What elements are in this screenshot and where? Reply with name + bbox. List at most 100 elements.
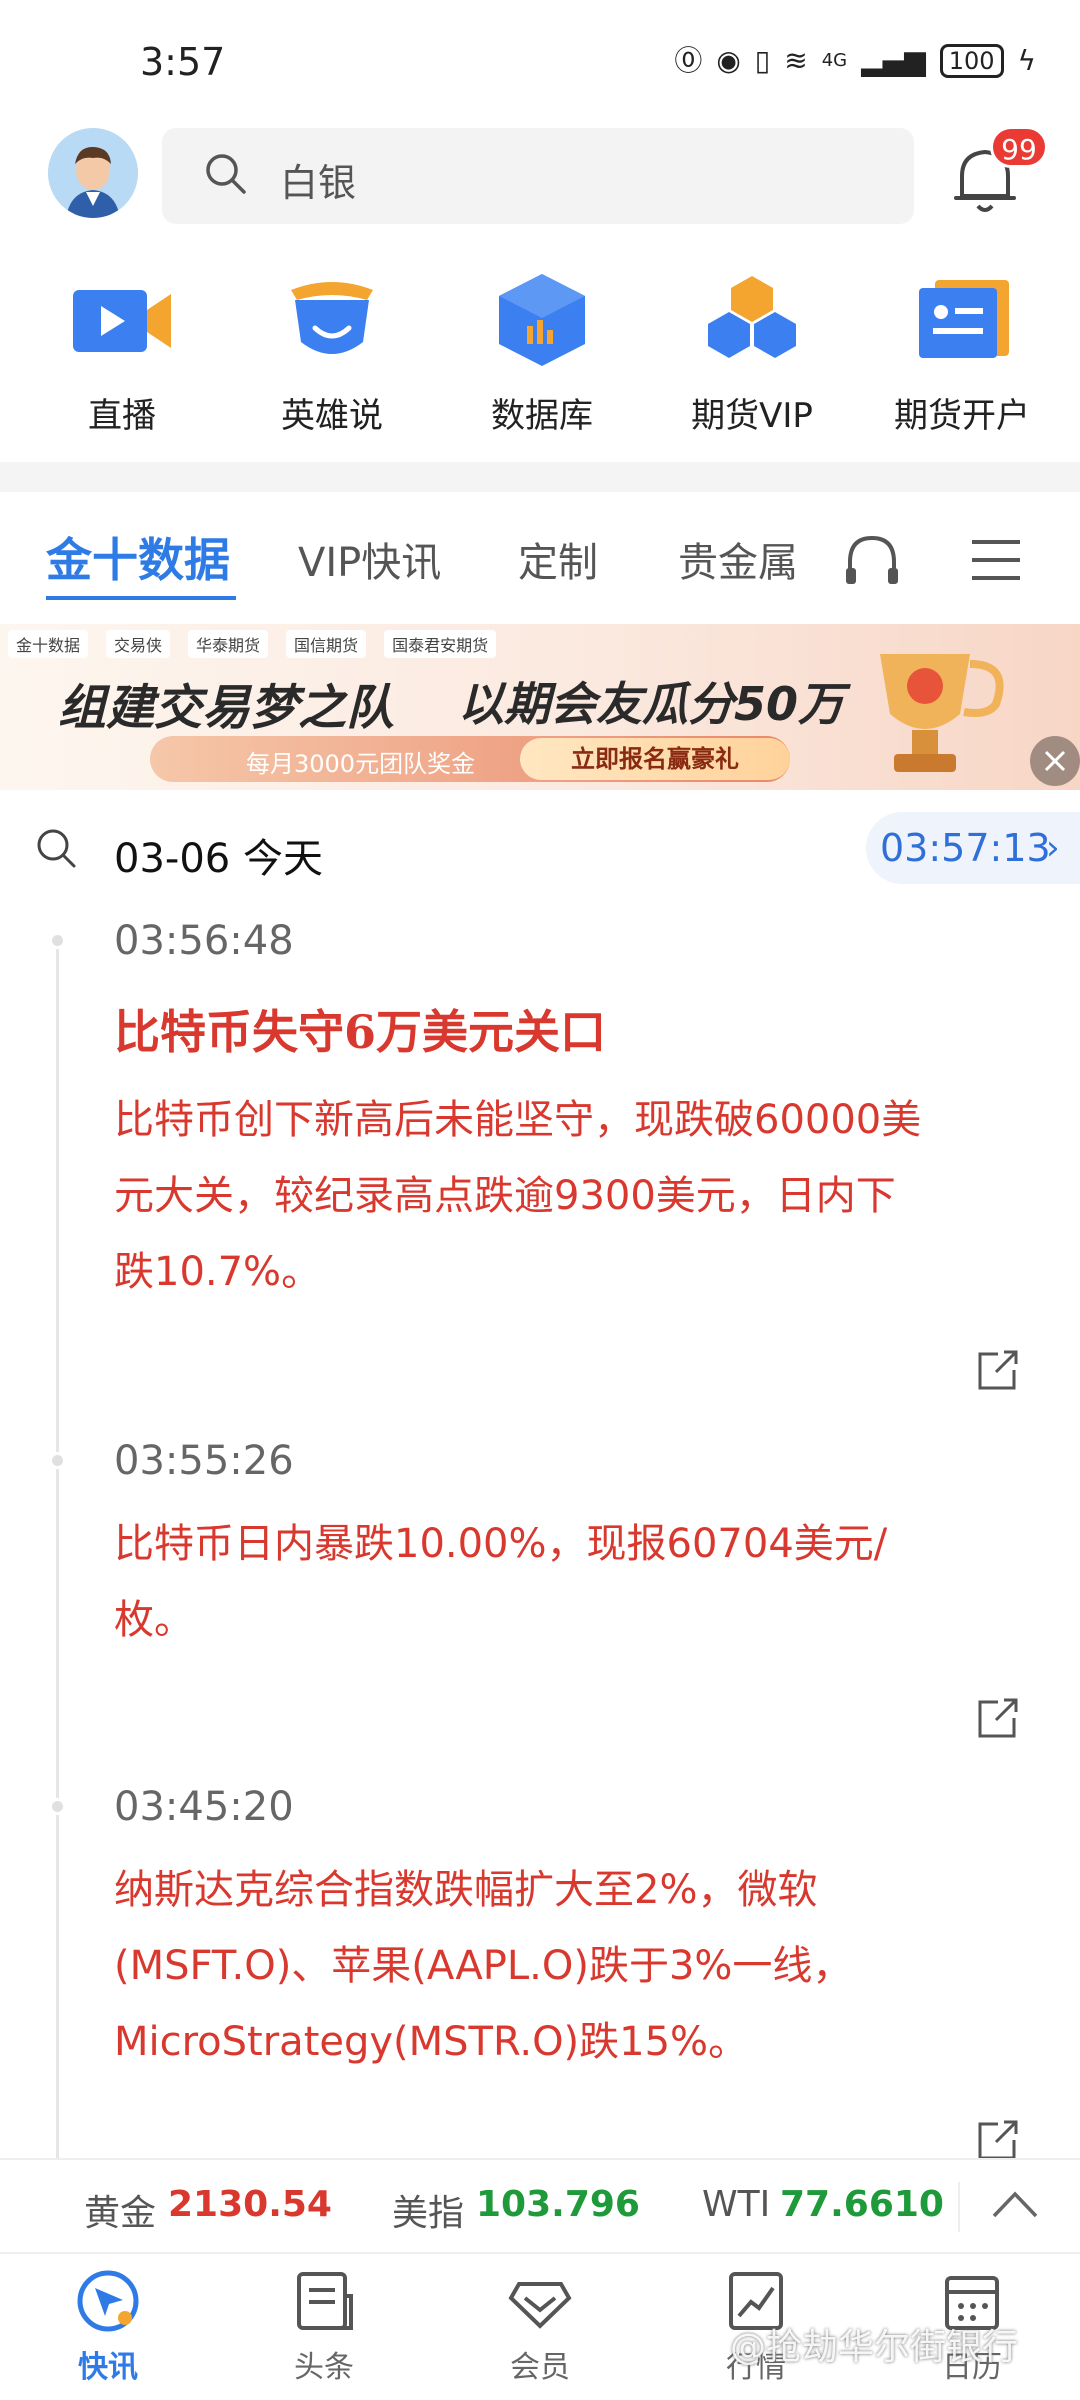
tab-custom[interactable]: 定制 — [518, 530, 598, 588]
quick-entry-database[interactable]: 数据库 — [437, 270, 647, 437]
timeline-dot — [49, 1452, 66, 1469]
hero-mask-icon — [277, 270, 387, 370]
ticker-value-wti: 77.6610 — [780, 2184, 944, 2225]
quick-entry-label: 英雄说 — [281, 396, 383, 436]
nav-flash[interactable]: 快讯 — [28, 2266, 188, 2386]
futures-account-card-icon — [907, 270, 1017, 370]
futures-vip-cubes-icon — [697, 270, 807, 370]
charging-icon: ϟ — [1017, 44, 1036, 77]
quick-entry-futures-vip[interactable]: 期货VIP — [647, 270, 857, 437]
banner-close-icon[interactable] — [1030, 736, 1080, 786]
quick-entry-live[interactable]: 直播 — [17, 270, 227, 437]
avatar[interactable] — [48, 128, 138, 218]
quick-entry-label: 数据库 — [491, 396, 593, 436]
ticker-label-gold: 黄金 — [84, 2193, 157, 2234]
news-body[interactable]: 比特币日内暴跌10.00%，现报60704美元/ 枚。 — [114, 1506, 1034, 1658]
news-title[interactable]: 比特币失守6万美元关口 — [114, 996, 606, 1062]
nav-label: 头条 — [294, 2350, 354, 2385]
wifi-icon: ≋ — [784, 44, 808, 77]
search-input[interactable]: 白银 — [162, 128, 914, 224]
timeline-line — [56, 940, 59, 2160]
news-time: 03:56:48 — [114, 918, 294, 964]
news-body-line: (MSFT.O)、苹果(AAPL.O)跌于3%一线， — [114, 1943, 853, 1989]
ticker-label-usd-index: 美指 — [392, 2193, 465, 2234]
status-icons: ⓪ ◉ ▯ ≋ 4G ▂▄▆ 100 ϟ — [674, 44, 1036, 78]
eye-icon: ◉ — [716, 44, 741, 77]
search-icon — [202, 150, 250, 202]
sponsor-logo: 交易侠 — [106, 630, 171, 658]
sponsor-logo: 国泰君安期货 — [384, 630, 497, 658]
sponsor-logo: 华泰期货 — [188, 630, 269, 658]
news-body[interactable]: 比特币创下新高后未能坚守，现跌破60000美 元大关，较纪录高点跌逾9300美元… — [114, 1082, 1034, 1310]
ticker-divider — [958, 2182, 960, 2232]
share-icon[interactable] — [976, 1348, 1020, 1392]
menu-icon[interactable] — [970, 538, 1022, 586]
vibrate-icon: ▯ — [754, 44, 771, 77]
banner-subtitle: 每月3000元团队奖金 — [246, 750, 476, 778]
sponsor-logo: 金十数据 — [8, 630, 89, 658]
database-cube-icon — [487, 270, 597, 370]
diamond-icon — [505, 2266, 575, 2336]
signal-icon: ▂▄▆ — [861, 44, 926, 77]
current-date: 03-06 今天 — [114, 836, 323, 882]
status-bar: 3:57 ⓪ ◉ ▯ ≋ 4G ▂▄▆ 100 ϟ — [0, 0, 1080, 120]
news-time: 03:45:20 — [114, 1784, 294, 1830]
chevron-right-icon: › — [1046, 828, 1060, 868]
newspaper-icon — [289, 2266, 359, 2336]
network-type: 4G — [821, 50, 848, 71]
news-body[interactable]: 纳斯达克综合指数跌幅扩大至2%，微软 (MSFT.O)、苹果(AAPL.O)跌于… — [114, 1852, 1034, 2080]
section-divider — [0, 462, 1080, 492]
trophy-icon — [820, 634, 1040, 790]
quick-entry-hero[interactable]: 英雄说 — [227, 270, 437, 437]
battery-level: 100 — [939, 44, 1004, 78]
tab-jin10[interactable]: 金十数据 — [46, 524, 230, 590]
status-time: 3:57 — [140, 40, 226, 84]
timeline-dot — [49, 932, 66, 949]
watermark: @抢劫华尔街银行 — [730, 2327, 1019, 2368]
timeline-dot — [49, 1798, 66, 1815]
market-ticker[interactable]: 黄金 2130.54 美指 103.796 WTI 77.6610 — [0, 2158, 1080, 2252]
tab-precious-metals[interactable]: 贵金属 — [678, 530, 798, 588]
search-placeholder: 白银 — [280, 161, 357, 205]
banner-title-left: 组建交易梦之队 — [58, 680, 395, 736]
promo-banner[interactable]: 金十数据 交易侠 华泰期货 国信期货 国泰君安期货 组建交易梦之队 以期会友瓜分… — [0, 624, 1080, 790]
notification-badge: 99 — [990, 126, 1048, 168]
news-tabs: 金十数据 VIP快讯 定制 贵金属 — [0, 520, 1080, 600]
news-body-line: 枚。 — [114, 1597, 194, 1643]
chevron-up-icon[interactable] — [990, 2184, 1040, 2228]
banner-sponsor-logos: 金十数据 交易侠 华泰期货 国信期货 国泰君安期货 — [8, 630, 497, 658]
tab-vip-flash[interactable]: VIP快讯 — [298, 530, 441, 588]
flash-compass-icon — [73, 2266, 143, 2336]
live-video-icon — [67, 270, 177, 370]
nav-headlines[interactable]: 头条 — [244, 2266, 404, 2386]
top-header: 白银 99 — [0, 126, 1080, 228]
active-tab-indicator — [46, 596, 236, 600]
nav-label: 会员 — [510, 2350, 570, 2385]
quick-entry-futures-account[interactable]: 期货开户 — [857, 270, 1067, 437]
share-icon[interactable] — [976, 1696, 1020, 1740]
news-body-line: 比特币日内暴跌10.00%，现报60704美元/ — [114, 1521, 888, 1567]
search-icon[interactable] — [34, 826, 78, 874]
quick-entry-label: 期货VIP — [691, 396, 813, 436]
hd-call-icon: ⓪ — [674, 44, 703, 77]
nav-label: 快讯 — [78, 2350, 138, 2385]
quick-entry-label: 直播 — [88, 396, 156, 436]
news-time: 03:55:26 — [114, 1438, 294, 1484]
nav-membership[interactable]: 会员 — [460, 2266, 620, 2386]
quick-entry-grid: 直播 英雄说 数据库 期货VIP 期货开户 — [0, 270, 1080, 440]
share-icon[interactable] — [976, 2118, 1020, 2162]
banner-title-right: 以期会友瓜分50万 — [458, 677, 845, 731]
quick-entry-label: 期货开户 — [894, 396, 1030, 436]
date-bar: 03-06 今天 03:57:13 › — [0, 810, 1080, 890]
ticker-value-usd-index: 103.796 — [476, 2184, 640, 2225]
ticker-label-wti: WTI — [702, 2184, 771, 2225]
live-clock: 03:57:13 — [880, 826, 1051, 870]
news-body-line: 跌10.7%。 — [114, 1249, 322, 1295]
news-body-line: 纳斯达克综合指数跌幅扩大至2%，微软 — [114, 1867, 818, 1913]
headset-icon[interactable] — [842, 532, 902, 592]
sponsor-logo: 国信期货 — [286, 630, 367, 658]
banner-cta-button[interactable]: 立即报名赢豪礼 — [520, 738, 790, 780]
ticker-value-gold: 2130.54 — [168, 2184, 332, 2225]
news-body-line: MicroStrategy(MSTR.O)跌15%。 — [114, 2019, 749, 2065]
news-body-line: 比特币创下新高后未能坚守，现跌破60000美 — [114, 1097, 922, 1143]
